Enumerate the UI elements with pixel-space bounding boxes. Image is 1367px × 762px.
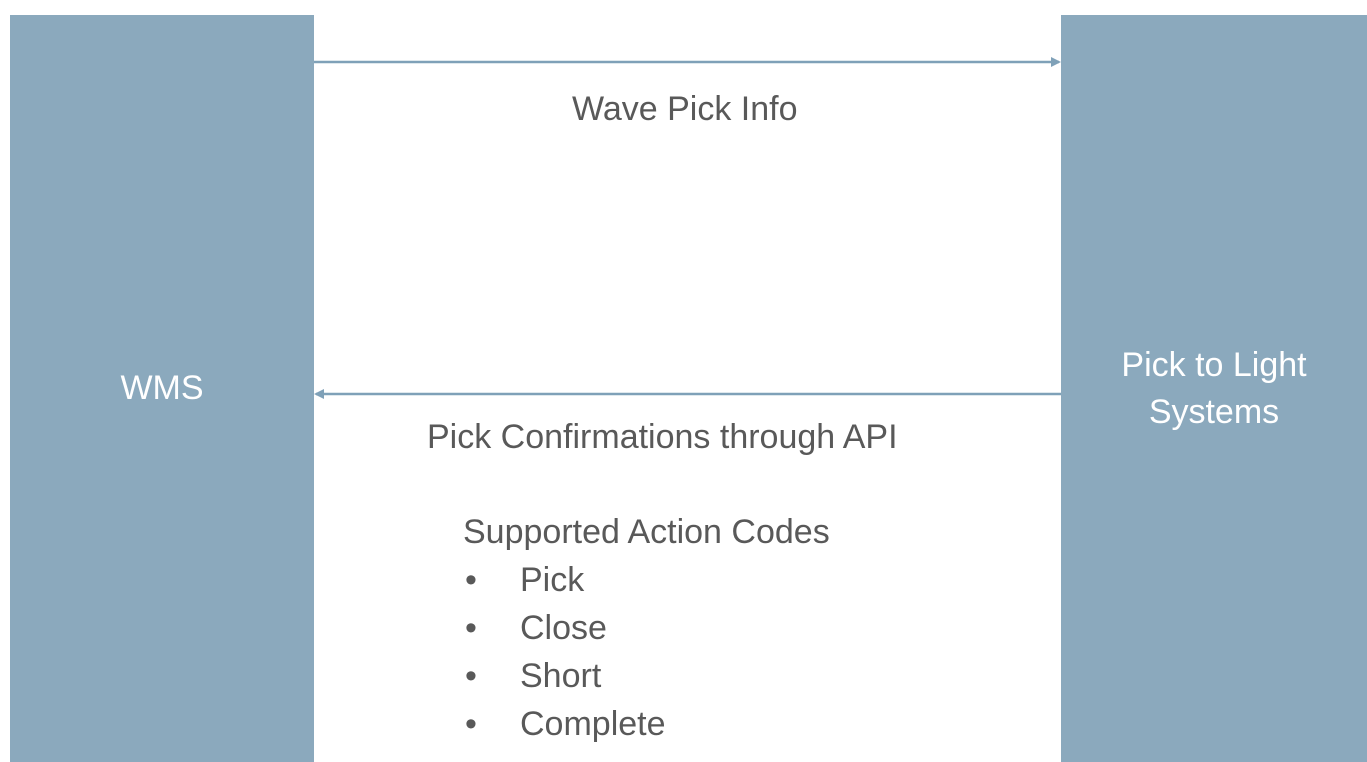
action-codes-list: • Pick • Close • Short • Complete <box>463 556 830 748</box>
pick-confirmations-label: Pick Confirmations through API <box>427 418 898 456</box>
action-code-label: Close <box>520 609 607 647</box>
action-code-label: Complete <box>520 705 666 743</box>
action-codes-block: Supported Action Codes • Pick • Close • Sho… <box>463 508 830 748</box>
bullet-icon: • <box>465 609 477 647</box>
action-code-item: • Pick <box>463 556 830 604</box>
action-code-label: Pick <box>520 561 585 599</box>
action-code-item: • Short <box>463 652 830 700</box>
action-codes-title: Supported Action Codes <box>463 513 830 551</box>
bullet-icon: • <box>465 561 477 599</box>
action-code-item: • Close <box>463 604 830 652</box>
bullet-icon: • <box>465 705 477 743</box>
bullet-icon: • <box>465 657 477 695</box>
wave-pick-info-label: Wave Pick Info <box>572 90 798 128</box>
action-code-item: • Complete <box>463 700 830 748</box>
action-code-label: Short <box>520 657 602 695</box>
